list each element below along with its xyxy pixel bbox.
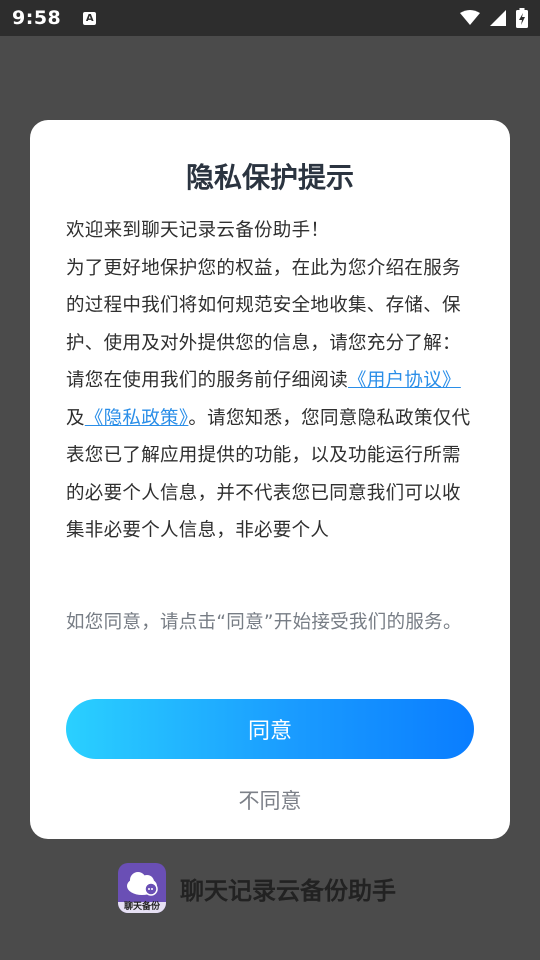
cloud-chat-icon: [127, 872, 158, 896]
status-bar: 9:58 A: [0, 0, 540, 36]
read-prefix: 请您在使用我们的服务前仔细阅读: [66, 370, 349, 391]
welcome-text: 欢迎来到聊天记录云备份助手！: [66, 220, 330, 241]
status-time: 9:58: [12, 7, 62, 29]
privacy-content-scroll[interactable]: 欢迎来到聊天记录云备份助手！ 为了更好地保护您的权益，在此为您介绍在服务的过程中…: [66, 212, 476, 588]
agree-button[interactable]: 同意: [66, 699, 474, 759]
background-app-brand: 聊天备份 聊天记录云备份助手: [118, 862, 396, 914]
privacy-policy-link[interactable]: 《隐私政策》: [85, 408, 189, 429]
status-icons: [460, 8, 528, 28]
notification-a-icon: A: [83, 11, 97, 25]
app-logo-caption: 聊天备份: [118, 902, 166, 913]
app-logo: 聊天备份: [118, 863, 166, 913]
disagree-button[interactable]: 不同意: [66, 778, 474, 822]
app-name: 聊天记录云备份助手: [180, 876, 396, 905]
user-agreement-link[interactable]: 《用户协议》: [348, 370, 461, 391]
battery-icon: [516, 8, 528, 28]
read-paragraph: 请您在使用我们的服务前仔细阅读《用户协议》及《隐私政策》。请您知悉，您同意隐私政…: [66, 362, 476, 550]
consent-note: 如您同意，请点击“同意”开始接受我们的服务。: [66, 612, 462, 633]
dialog-title: 隐私保护提示: [185, 161, 354, 194]
wifi-icon: [460, 10, 480, 25]
intro-text: 为了更好地保护您的权益，在此为您介绍在服务的过程中我们将如何规范安全地收集、存储…: [66, 257, 461, 354]
and-text: 及: [66, 407, 85, 429]
signal-icon: [490, 10, 506, 26]
